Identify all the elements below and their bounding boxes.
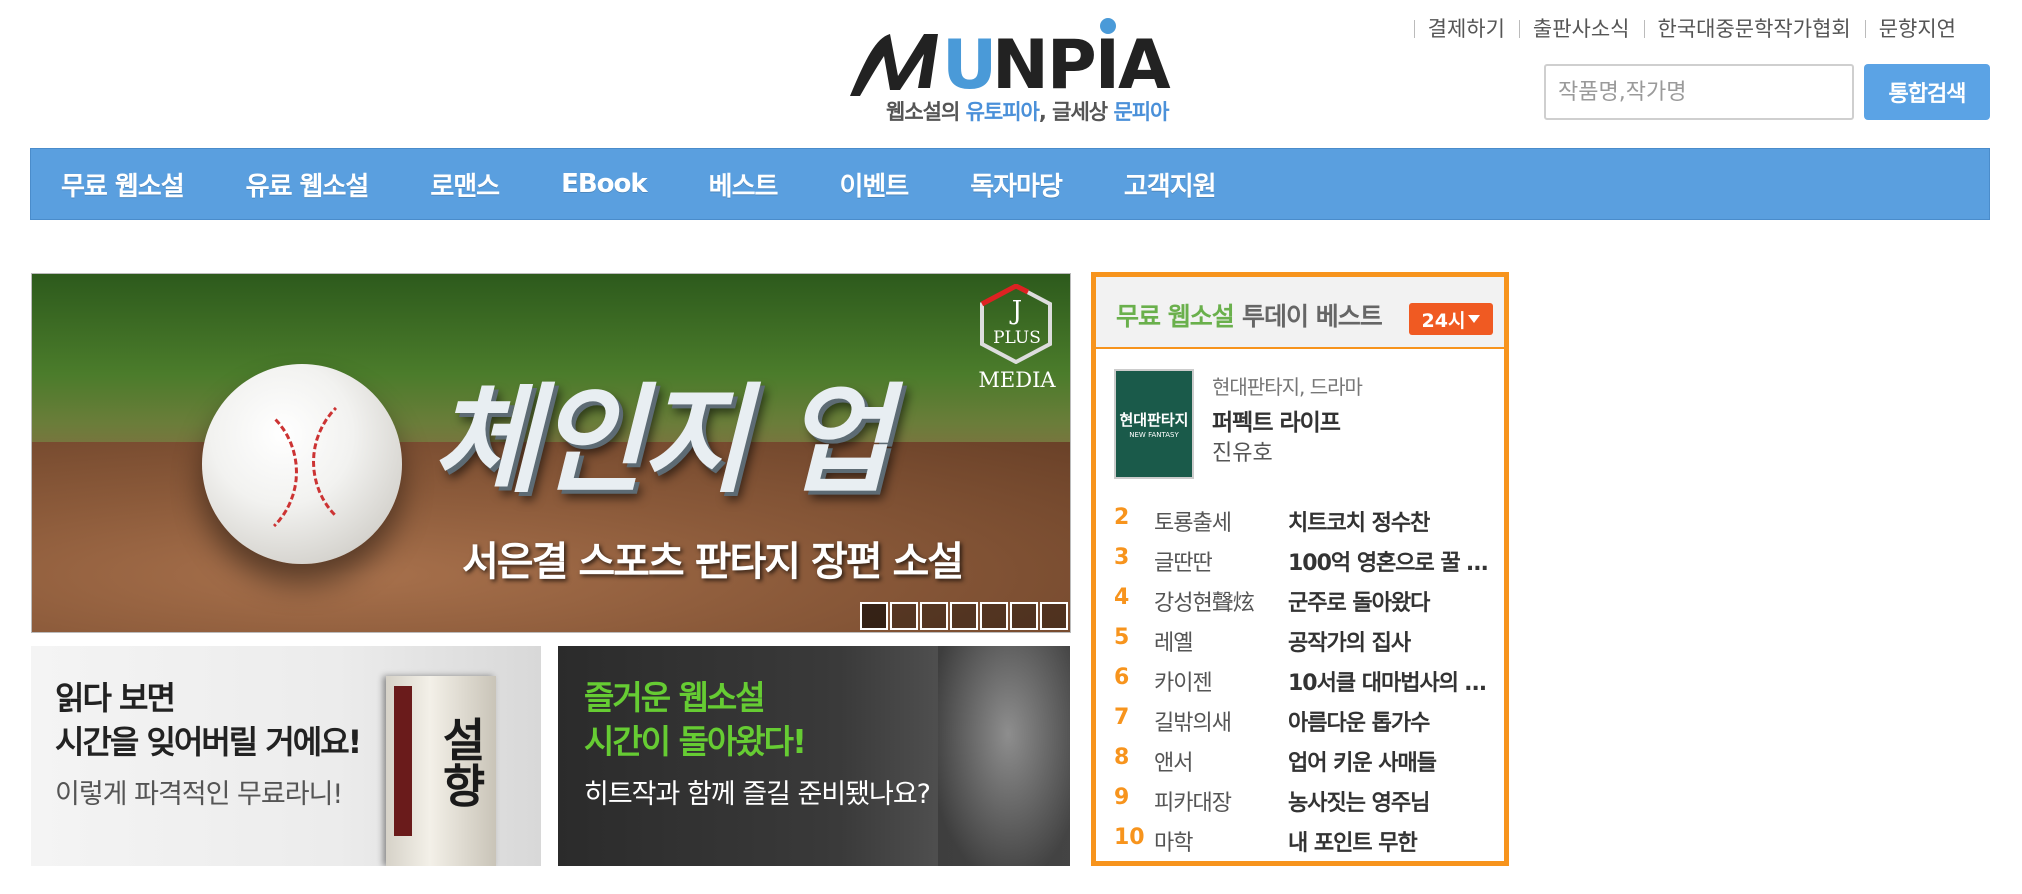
pager-dot[interactable] (920, 602, 948, 630)
pager-dot[interactable] (860, 602, 888, 630)
ranking-row[interactable]: 8 앤서 업어 키운 사매들 (1114, 739, 1494, 779)
ranking-list: 2 토룡출세 치트코치 정수찬 3 글딴딴 100억 영혼으로 꿀 빠는 마왕 … (1114, 499, 1494, 859)
rank-number: 2 (1114, 505, 1130, 530)
rank-author: 길밖의새 (1154, 711, 1232, 736)
ranking-row[interactable]: 10 마학 내 포인트 무한 (1114, 819, 1494, 859)
ranking-title: 투데이 베스트 (1242, 302, 1383, 331)
today-best-panel: 무료 웹소설 투데이 베스트 24시 현대판타지 NEW FANTASY 현대판… (1091, 272, 1509, 866)
ranking-row[interactable]: 2 토룡출세 치트코치 정수찬 (1114, 499, 1494, 539)
top-item-author: 진유호 (1212, 441, 1273, 466)
promo-banner-free[interactable]: 읽다 보면 시간을 잊어버릴 거에요! 이렇게 파격적인 무료라니! 설향 (31, 646, 541, 866)
rank-author: 레옐 (1154, 631, 1193, 656)
top-item-title[interactable]: 퍼펙트 라이프 (1212, 403, 1341, 437)
rank-title[interactable]: 군주로 돌아왔다 (1288, 585, 1494, 617)
nav-event[interactable]: 이벤트 (839, 166, 909, 203)
rank-author: 강성현聲炫 (1154, 591, 1255, 616)
period-dropdown[interactable]: 24시 (1409, 303, 1493, 335)
pager-dot[interactable] (980, 602, 1008, 630)
rank-number: 5 (1114, 625, 1130, 650)
munhyang-link[interactable]: 문향지연 (1864, 13, 1970, 43)
promo-subline: 이렇게 파격적인 무료라니! (55, 779, 343, 810)
rank-number: 7 (1114, 705, 1130, 730)
banner-subtitle: 서은결 스포츠 판타지 장편 소설 (462, 539, 964, 585)
logo-tagline: 웹소설의 유토피아, 글세상 문피아 (886, 100, 1169, 124)
rank-author: 피카대장 (1154, 791, 1232, 816)
main-nav: 무료 웹소설 유료 웹소설 로맨스 EBook 베스트 이벤트 독자마당 고객지… (30, 148, 1990, 220)
pager-dot[interactable] (1010, 602, 1038, 630)
rank-number: 10 (1114, 825, 1145, 850)
book-cover-image: 설향 (386, 676, 496, 866)
writers-association-link[interactable]: 한국대중문학작가협회 (1643, 13, 1865, 43)
rank-title[interactable]: 농사짓는 영주님 (1288, 785, 1494, 817)
top-links: 결제하기 출판사소식 한국대중문학작가협회 문향지연 (1413, 8, 1970, 48)
rank-number: 4 (1114, 585, 1130, 610)
ranking-row[interactable]: 4 강성현聲炫 군주로 돌아왔다 (1114, 579, 1494, 619)
rank-title[interactable]: 10서클 대마법사의 귀환 (1288, 665, 1494, 697)
search-button[interactable]: 통합검색 (1864, 64, 1990, 120)
pager-dot[interactable] (1040, 602, 1068, 630)
rank-number: 9 (1114, 785, 1130, 810)
rank-number: 8 (1114, 745, 1130, 770)
promo-headline: 읽다 보면 시간을 잊어버릴 거에요! (55, 679, 362, 761)
rank-author: 앤서 (1154, 751, 1193, 776)
ranking-row[interactable]: 3 글딴딴 100억 영혼으로 꿀 빠는 마왕 (1114, 539, 1494, 579)
rank-title[interactable]: 아름다운 톱가수 (1288, 705, 1494, 737)
promo-subline: 히트작과 함께 즐길 준비됐나요? (584, 779, 931, 810)
svg-text:NPIA: NPIA (992, 26, 1171, 98)
book-cover-thumbnail[interactable]: 현대판타지 NEW FANTASY (1114, 369, 1194, 479)
rank-title[interactable]: 내 포인트 무한 (1288, 825, 1494, 857)
hand-image (938, 646, 1070, 866)
search-input[interactable] (1544, 64, 1854, 120)
top-item-genre: 현대판타지, 드라마 (1212, 375, 1363, 399)
rank-number: 6 (1114, 665, 1130, 690)
banner-title: 체인지 업 (432, 371, 891, 509)
ranking-header: 무료 웹소설 투데이 베스트 24시 (1096, 277, 1504, 349)
banner-pager (860, 602, 1068, 630)
ranking-row[interactable]: 7 길밖의새 아름다운 톱가수 (1114, 699, 1494, 739)
svg-text:U: U (942, 26, 995, 98)
nav-paid-novels[interactable]: 유료 웹소설 (246, 166, 370, 203)
ranking-row[interactable]: 9 피카대장 농사짓는 영주님 (1114, 779, 1494, 819)
promo-banner-webnovel[interactable]: 즐거운 웹소설 시간이 돌아왔다! 히트작과 함께 즐길 준비됐나요? (558, 646, 1070, 866)
nav-support[interactable]: 고객지원 (1124, 166, 1217, 203)
main-banner[interactable]: 체인지 업 서은결 스포츠 판타지 장편 소설 J PLUS MEDIA (31, 273, 1071, 633)
pager-dot[interactable] (890, 602, 918, 630)
rank-title[interactable]: 공작가의 집사 (1288, 625, 1494, 657)
pager-dot[interactable] (950, 602, 978, 630)
rank-title[interactable]: 업어 키운 사매들 (1288, 745, 1494, 777)
baseball-image (202, 364, 402, 564)
payment-link[interactable]: 결제하기 (1413, 13, 1519, 43)
rank-author: 토룡출세 (1154, 511, 1232, 536)
caret-down-icon (1468, 315, 1481, 323)
rank-title[interactable]: 100억 영혼으로 꿀 빠는 마왕 (1288, 545, 1494, 577)
nav-reader-plaza[interactable]: 독자마당 (970, 166, 1063, 203)
publisher-news-link[interactable]: 출판사소식 (1518, 13, 1644, 43)
site-logo[interactable]: U NPIA 웹소설의 유토피아, 글세상 문피아 (846, 18, 1176, 128)
rank-author: 카이젠 (1154, 671, 1213, 696)
promo-headline: 즐거운 웹소설 시간이 돌아왔다! (584, 678, 807, 761)
rank-author: 마학 (1154, 831, 1193, 856)
jplus-media-logo: J PLUS MEDIA (972, 284, 1062, 394)
munpia-wordmark: U NPIA (850, 18, 1173, 98)
top-ranked-item[interactable]: 현대판타지 NEW FANTASY 현대판타지, 드라마 퍼펙트 라이프 진유호 (1114, 369, 1494, 489)
rank-author: 글딴딴 (1154, 551, 1213, 576)
ranking-title-highlight: 무료 웹소설 (1116, 302, 1235, 331)
nav-best[interactable]: 베스트 (709, 166, 779, 203)
rank-title[interactable]: 치트코치 정수찬 (1288, 505, 1494, 537)
ranking-row[interactable]: 5 레옐 공작가의 집사 (1114, 619, 1494, 659)
nav-free-novels[interactable]: 무료 웹소설 (61, 166, 185, 203)
nav-ebook[interactable]: EBook (561, 169, 648, 199)
nav-romance[interactable]: 로맨스 (430, 166, 500, 203)
ranking-row[interactable]: 6 카이젠 10서클 대마법사의 귀환 (1114, 659, 1494, 699)
rank-number: 3 (1114, 545, 1130, 570)
